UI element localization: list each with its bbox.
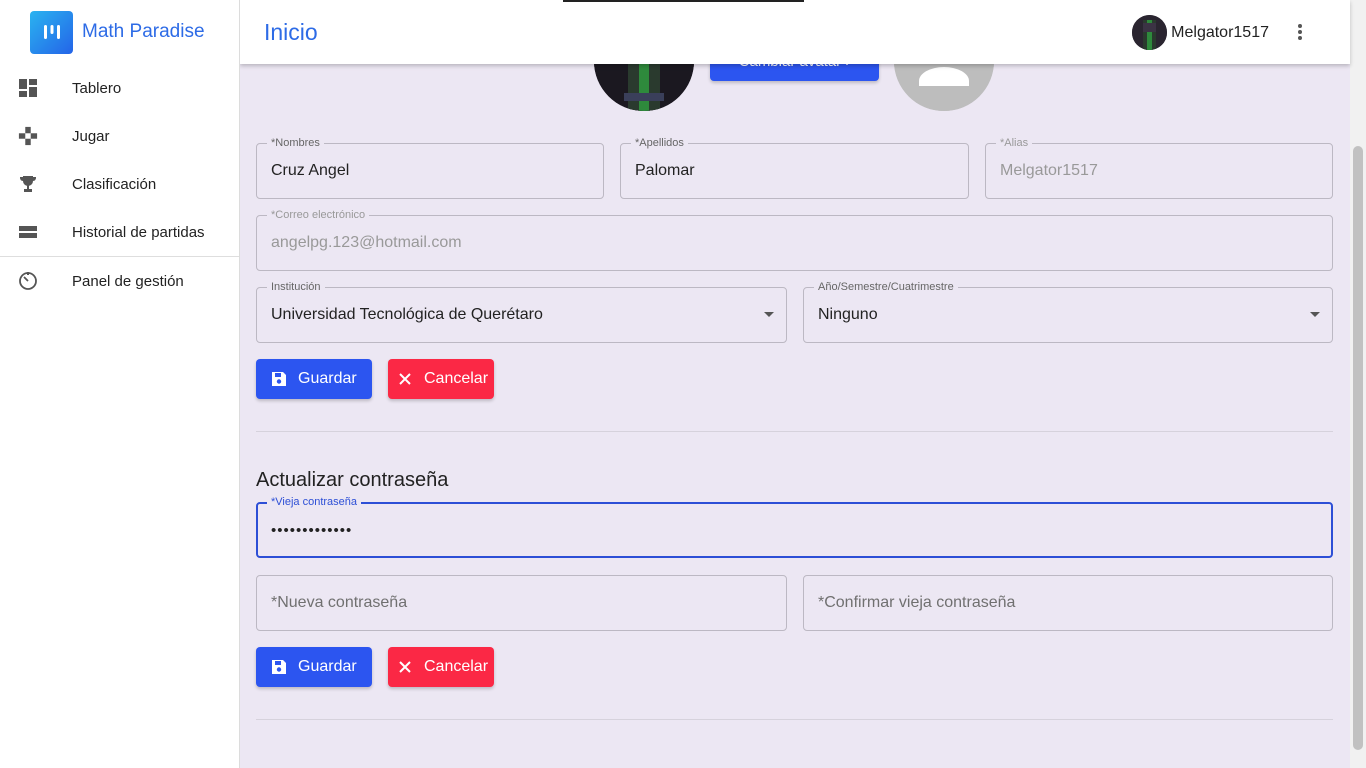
apellidos-field[interactable]: *Apellidos Palomar — [620, 136, 969, 199]
user-menu[interactable]: Melgator1517 — [1132, 15, 1269, 50]
anio-select[interactable]: Año/Semestre/Cuatrimestre Ninguno — [803, 280, 1333, 343]
anio-value: Ninguno — [818, 306, 878, 323]
confirm-password-placeholder: *Confirmar vieja contraseña — [818, 594, 1016, 611]
trophy-icon — [18, 174, 38, 194]
password-save-label: Guardar — [298, 658, 357, 675]
section-divider — [256, 719, 1333, 720]
sidebar-item-tablero[interactable]: Tablero — [0, 64, 239, 112]
scrollbar-thumb[interactable] — [1353, 146, 1363, 750]
email-field: *Correo electrónico angelpg.123@hotmail.… — [256, 208, 1333, 271]
sidebar-nav: Tablero Jugar Clasificación Historial de… — [0, 64, 239, 256]
section-divider — [256, 431, 1333, 432]
math-paradise-logo-icon — [30, 10, 73, 54]
profile-cancel-button[interactable]: Cancelar — [388, 359, 494, 399]
sidebar-item-panel-gestion[interactable]: Panel de gestión — [0, 257, 239, 305]
sidebar-item-historial[interactable]: Historial de partidas — [0, 208, 239, 256]
profile-cancel-label: Cancelar — [424, 370, 489, 387]
nombres-value: Cruz Angel — [271, 162, 350, 179]
close-icon — [396, 370, 414, 388]
profile-save-button[interactable]: Guardar — [256, 359, 372, 399]
dropdown-arrow-icon — [764, 312, 774, 317]
sidebar-item-clasificacion[interactable]: Clasificación — [0, 160, 239, 208]
profile-save-label: Guardar — [298, 370, 357, 387]
dashboard-icon — [18, 78, 38, 98]
username: Melgator1517 — [1171, 23, 1269, 41]
alias-field: *Alias Melgator1517 — [985, 136, 1333, 199]
institucion-value: Universidad Tecnológica de Querétaro — [271, 306, 543, 323]
page-title: Inicio — [264, 18, 318, 45]
history-list-icon — [18, 222, 38, 242]
confirm-password-field[interactable]: *Confirmar vieja contraseña — [803, 575, 1333, 631]
password-cancel-button[interactable]: Cancelar — [388, 647, 494, 687]
more-vert-icon[interactable] — [1290, 22, 1310, 42]
sidebar-item-label: Historial de partidas — [72, 223, 205, 241]
sidebar-item-label: Tablero — [72, 79, 122, 97]
avatar — [1132, 15, 1168, 50]
sidebar-item-jugar[interactable]: Jugar — [0, 112, 239, 160]
apellidos-value: Palomar — [635, 162, 695, 179]
alias-value: Melgator1517 — [1000, 162, 1098, 179]
sidebar-item-label: Clasificación — [72, 175, 157, 193]
gamepad-icon — [18, 126, 38, 146]
password-save-button[interactable]: Guardar — [256, 647, 372, 687]
close-icon — [396, 658, 414, 676]
nombres-field[interactable]: *Nombres Cruz Angel — [256, 136, 604, 199]
sidebar-item-label: Jugar — [72, 127, 110, 145]
institucion-select[interactable]: Institución Universidad Tecnológica de Q… — [256, 280, 787, 343]
sidebar-nav-admin: Panel de gestión — [0, 257, 239, 305]
sidebar-item-label: Panel de gestión — [72, 272, 184, 290]
save-icon — [270, 370, 288, 388]
password-section-title: Actualizar contraseña — [256, 469, 449, 491]
old-password-value: ••••••••••••• — [271, 521, 353, 539]
top-app-bar: Inicio Melgator1517 — [240, 0, 1350, 64]
save-icon — [270, 658, 288, 676]
scrollbar[interactable] — [1350, 0, 1366, 768]
sidebar: Math Paradise Tablero Jugar Clasificació… — [0, 0, 240, 768]
brand-name: Math Paradise — [82, 21, 205, 42]
email-value: angelpg.123@hotmail.com — [271, 234, 462, 251]
dropdown-arrow-icon — [1310, 312, 1320, 317]
old-password-field[interactable]: *Vieja contraseña ••••••••••••• — [256, 495, 1333, 558]
password-cancel-label: Cancelar — [424, 658, 489, 675]
top-indicator — [563, 0, 804, 2]
timer-icon — [18, 271, 38, 291]
main-content: Cambiar avatar › *Nombres Cruz Angel *Ap… — [240, 0, 1350, 768]
brand[interactable]: Math Paradise — [0, 0, 239, 64]
new-password-field[interactable]: *Nueva contraseña — [256, 575, 787, 631]
new-password-placeholder: *Nueva contraseña — [271, 594, 408, 611]
